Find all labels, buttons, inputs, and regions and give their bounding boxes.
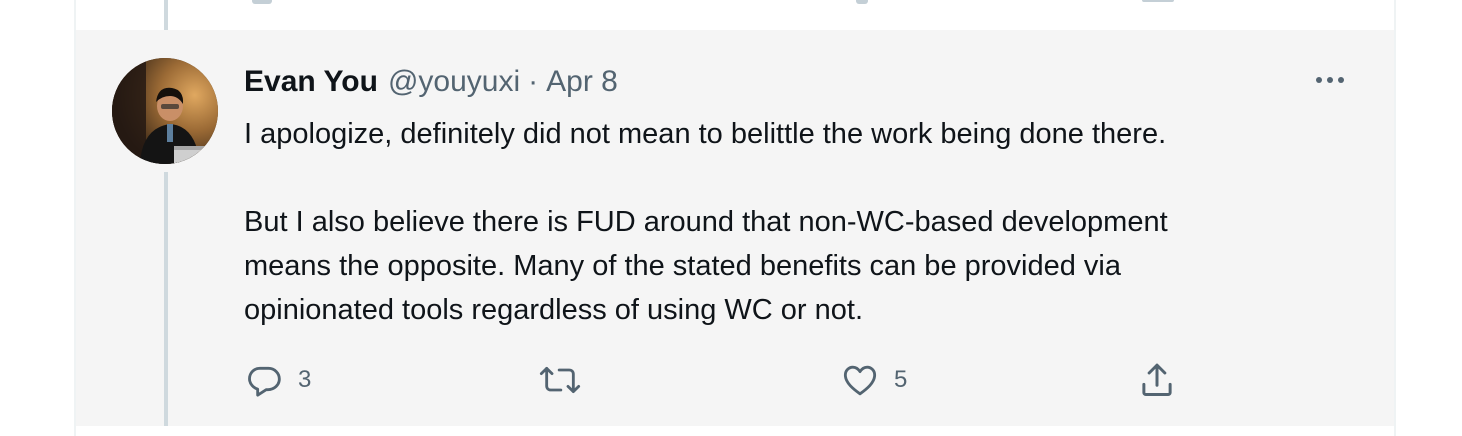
reply-bubble-icon: [248, 366, 281, 397]
header-separator: ·: [528, 65, 539, 98]
reply-button[interactable]: 3: [244, 358, 311, 402]
tweet-line: I apologize, definitely did not mean to …: [244, 118, 1167, 150]
page: Evan You @youyuxi · Apr 8 I apologize, d…: [0, 0, 1462, 436]
retweet-button[interactable]: [538, 358, 596, 402]
heart-icon: [843, 365, 877, 396]
more-horizontal-icon: [1327, 77, 1333, 83]
tweet-action-bar: 3 5: [76, 358, 1394, 402]
tweet[interactable]: Evan You @youyuxi · Apr 8 I apologize, d…: [76, 30, 1394, 426]
user-handle[interactable]: @youyuxi: [388, 62, 520, 102]
tweet-header: Evan You @youyuxi · Apr 8: [244, 62, 618, 102]
tweet-paragraph: I apologize, definitely did not mean to …: [244, 112, 1344, 156]
tweet-paragraph: But I also believe there is FUD around t…: [244, 200, 1344, 332]
tweet-date[interactable]: Apr 8: [546, 62, 618, 102]
avatar-photo: [112, 58, 218, 164]
share-button[interactable]: [1136, 358, 1178, 402]
previous-reply-icon[interactable]: [252, 0, 272, 4]
display-name[interactable]: Evan You: [244, 62, 378, 102]
tweet-line: opinionated tools regardless of using WC…: [244, 294, 864, 326]
more-horizontal-icon: [1338, 77, 1344, 83]
share-icon: [1142, 363, 1172, 397]
avatar[interactable]: [112, 58, 218, 164]
like-count: 5: [894, 366, 908, 393]
previous-tweet-action-bar: [76, 0, 1394, 30]
tweet-line: means the opposite. Many of the stated b…: [244, 250, 1121, 282]
previous-share-icon[interactable]: [1142, 0, 1174, 2]
more-options-button[interactable]: [1308, 66, 1352, 94]
previous-like-icon[interactable]: [856, 0, 868, 4]
tweet-text: I apologize, definitely did not mean to …: [244, 112, 1344, 332]
timeline-column: Evan You @youyuxi · Apr 8 I apologize, d…: [74, 0, 1396, 436]
retweet-icon: [539, 366, 581, 394]
tweet-line: But I also believe there is FUD around t…: [244, 206, 1168, 238]
more-horizontal-icon: [1316, 77, 1322, 83]
reply-count: 3: [298, 366, 312, 393]
like-button[interactable]: 5: [840, 358, 907, 402]
